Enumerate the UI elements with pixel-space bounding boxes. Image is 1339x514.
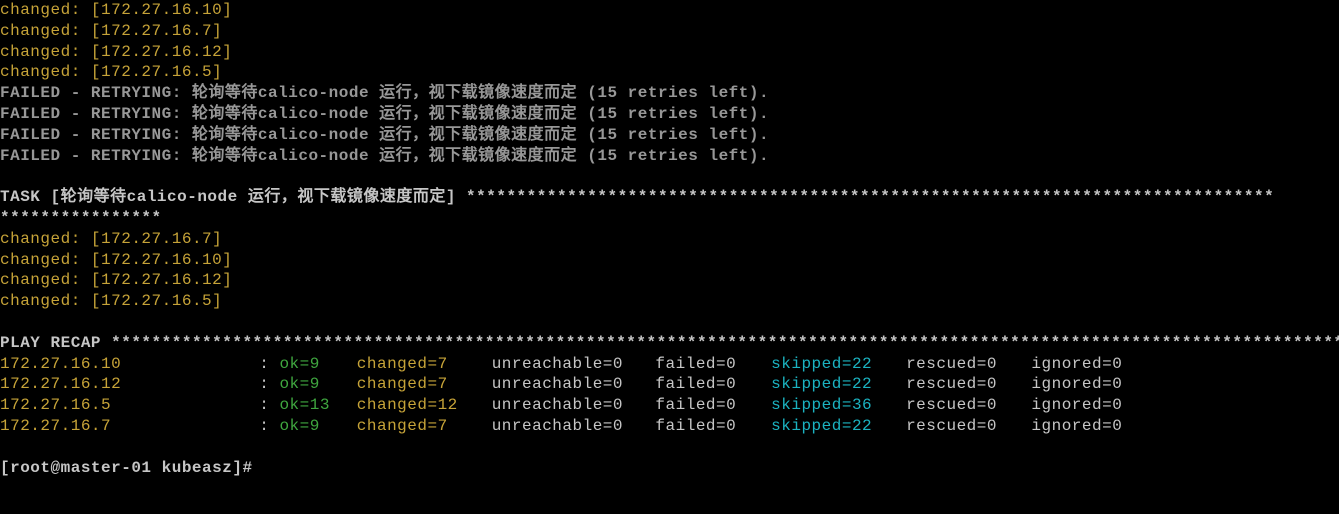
- recap-changed: changed=7: [357, 416, 482, 437]
- terminal-output: changed: [172.27.16.10] changed: [172.27…: [0, 0, 1339, 478]
- recap-row: 172.27.16.12: ok=9 changed=7 unreachable…: [0, 375, 1122, 393]
- changed-line: changed: [172.27.16.12]: [0, 43, 232, 61]
- failed-retry-line: FAILED - RETRYING: 轮询等待calico-node 运行，视下…: [0, 105, 769, 123]
- recap-ignored: ignored=0: [1031, 417, 1122, 435]
- recap-host: 172.27.16.7: [0, 416, 259, 437]
- failed-retry-line: FAILED - RETRYING: 轮询等待calico-node 运行，视下…: [0, 126, 769, 144]
- recap-ok: ok=13: [279, 395, 346, 416]
- failed-retry-line: FAILED - RETRYING: 轮询等待calico-node 运行，视下…: [0, 147, 769, 165]
- recap-row: 172.27.16.5: ok=13 changed=12 unreachabl…: [0, 396, 1122, 414]
- recap-ok: ok=9: [279, 354, 346, 375]
- changed-line: changed: [172.27.16.7]: [0, 230, 222, 248]
- changed-line: changed: [172.27.16.10]: [0, 251, 232, 269]
- terminal[interactable]: changed: [172.27.16.10] changed: [172.27…: [0, 0, 1339, 478]
- recap-host: 172.27.16.5: [0, 395, 259, 416]
- recap-ignored: ignored=0: [1031, 396, 1122, 414]
- recap-skipped: skipped=22: [771, 354, 896, 375]
- task-header: TASK [轮询等待calico-node 运行，视下载镜像速度而定] ****…: [0, 188, 1274, 206]
- recap-unreachable: unreachable=0: [492, 395, 646, 416]
- recap-host: 172.27.16.12: [0, 374, 259, 395]
- failed-retry-line: FAILED - RETRYING: 轮询等待calico-node 运行，视下…: [0, 84, 769, 102]
- recap-ignored: ignored=0: [1031, 355, 1122, 373]
- changed-line: changed: [172.27.16.7]: [0, 22, 222, 40]
- recap-rescued: rescued=0: [906, 354, 1021, 375]
- recap-unreachable: unreachable=0: [492, 374, 646, 395]
- recap-host: 172.27.16.10: [0, 354, 259, 375]
- recap-rescued: rescued=0: [906, 395, 1021, 416]
- recap-failed: failed=0: [655, 354, 761, 375]
- recap-changed: changed=7: [357, 374, 482, 395]
- recap-unreachable: unreachable=0: [492, 354, 646, 375]
- recap-ignored: ignored=0: [1031, 375, 1122, 393]
- recap-skipped: skipped=22: [771, 374, 896, 395]
- recap-row: 172.27.16.7: ok=9 changed=7 unreachable=…: [0, 417, 1122, 435]
- recap-rescued: rescued=0: [906, 416, 1021, 437]
- recap-rescued: rescued=0: [906, 374, 1021, 395]
- recap-ok: ok=9: [279, 374, 346, 395]
- recap-failed: failed=0: [655, 395, 761, 416]
- shell-prompt[interactable]: [root@master-01 kubeasz]#: [0, 459, 253, 477]
- recap-skipped: skipped=22: [771, 416, 896, 437]
- recap-changed: changed=7: [357, 354, 482, 375]
- recap-ok: ok=9: [279, 416, 346, 437]
- recap-row: 172.27.16.10: ok=9 changed=7 unreachable…: [0, 355, 1122, 373]
- task-header-cont: ****************: [0, 209, 162, 227]
- changed-line: changed: [172.27.16.5]: [0, 292, 222, 310]
- recap-failed: failed=0: [655, 416, 761, 437]
- recap-unreachable: unreachable=0: [492, 416, 646, 437]
- recap-failed: failed=0: [655, 374, 761, 395]
- changed-line: changed: [172.27.16.10]: [0, 1, 232, 19]
- recap-skipped: skipped=36: [771, 395, 896, 416]
- recap-changed: changed=12: [357, 395, 482, 416]
- changed-line: changed: [172.27.16.12]: [0, 271, 232, 289]
- play-recap-header: PLAY RECAP *****************************…: [0, 334, 1339, 352]
- changed-line: changed: [172.27.16.5]: [0, 63, 222, 81]
